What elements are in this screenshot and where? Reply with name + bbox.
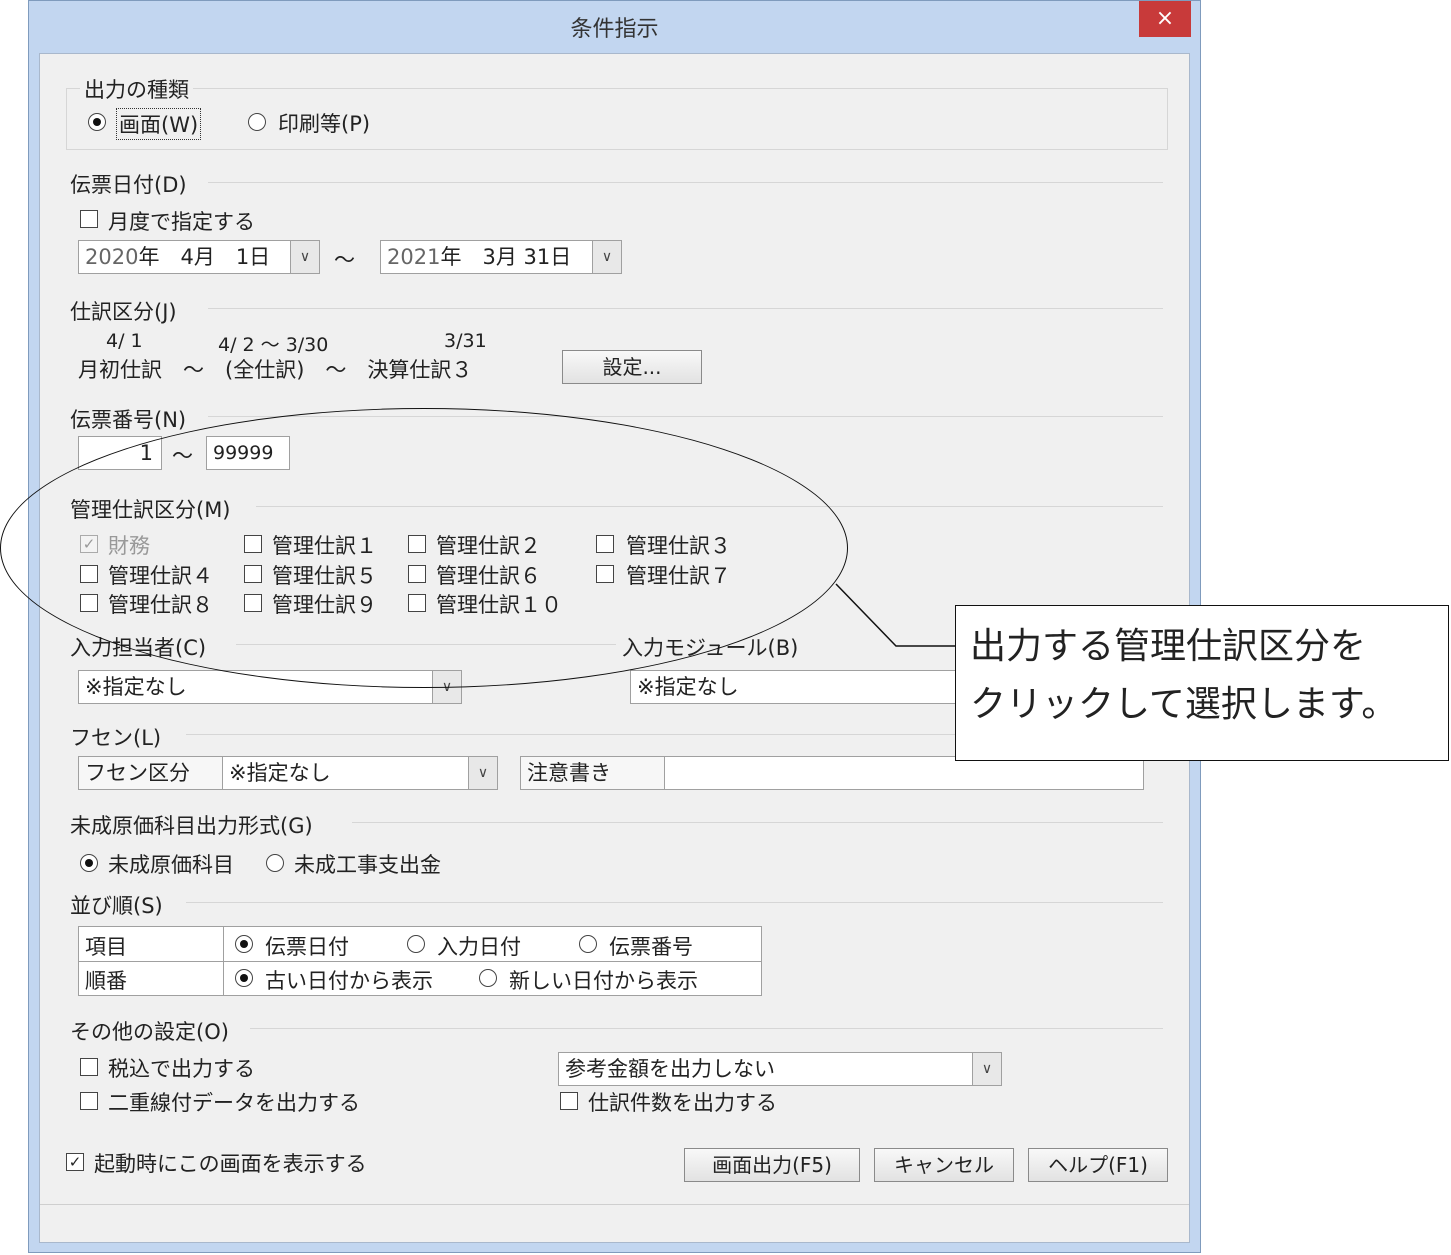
annotation-callout: 出力する管理仕訳区分を クリックして選択します。 [955,605,1449,761]
callout-line-2: クリックして選択します。 [970,684,1398,725]
callout-line-1: 出力する管理仕訳区分を [970,626,1367,667]
